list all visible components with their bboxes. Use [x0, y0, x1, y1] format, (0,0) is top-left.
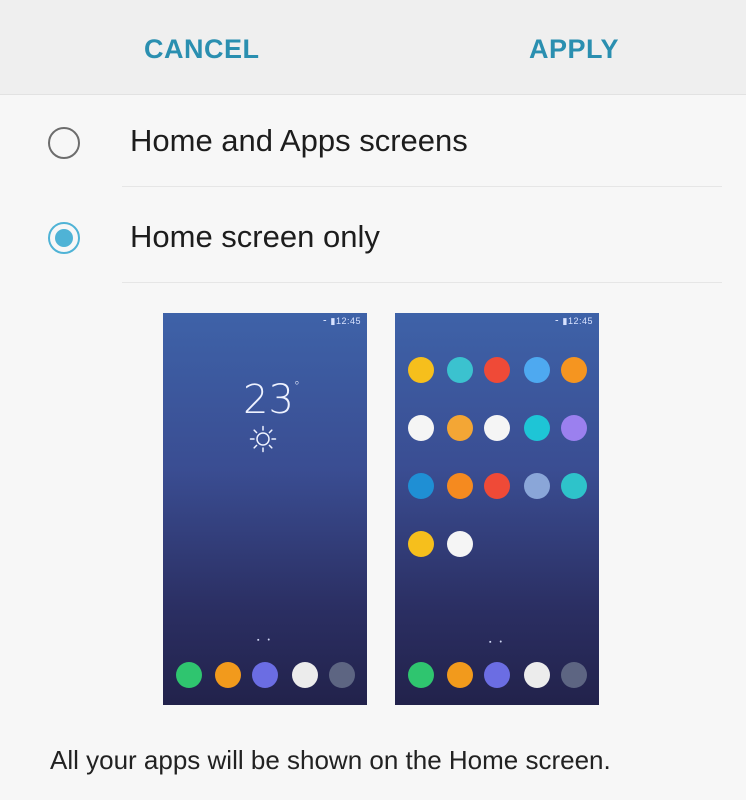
- app-icon: [524, 357, 550, 383]
- app-icon: [408, 473, 434, 499]
- app-icon: [329, 662, 355, 688]
- app-icon: [484, 473, 510, 499]
- app-icon: [484, 662, 510, 688]
- home-screen-preview: ⁃ ▮12:45 23° ▪ •: [163, 313, 367, 705]
- weather-temperature: 23°: [243, 377, 300, 423]
- app-icon: [447, 662, 473, 688]
- app-icon: [484, 415, 510, 441]
- apply-button[interactable]: APPLY: [529, 34, 619, 65]
- cancel-button[interactable]: CANCEL: [144, 34, 260, 65]
- radio-checked-icon[interactable]: [48, 222, 80, 254]
- option-label: Home and Apps screens: [130, 123, 468, 158]
- app-icon: [252, 662, 278, 688]
- app-icon: [524, 662, 550, 688]
- sun-icon: [249, 425, 277, 453]
- app-icon: [215, 662, 241, 688]
- divider: [122, 282, 722, 283]
- app-icon: [447, 473, 473, 499]
- app-icon: [524, 415, 550, 441]
- app-icon: [561, 662, 587, 688]
- page-indicator: ▪ •: [257, 637, 273, 644]
- app-icon: [408, 357, 434, 383]
- divider: [122, 186, 722, 187]
- app-icon: [408, 531, 434, 557]
- option-label: Home screen only: [130, 219, 380, 254]
- app-icon: [447, 415, 473, 441]
- app-icon: [408, 662, 434, 688]
- page-indicator: ▪ •: [489, 639, 505, 646]
- app-icon: [484, 357, 510, 383]
- radio-dot: [55, 229, 73, 247]
- app-icon: [561, 357, 587, 383]
- status-bar: ⁃ ▮12:45: [322, 316, 361, 326]
- app-icon: [524, 473, 550, 499]
- app-icon: [447, 357, 473, 383]
- app-icon: [408, 415, 434, 441]
- status-bar: ⁃ ▮12:45: [554, 316, 593, 326]
- option-home-and-apps[interactable]: Home and Apps screens: [0, 95, 746, 189]
- app-icon: [447, 531, 473, 557]
- apps-on-home-preview: ⁃ ▮12:45 ▪ •: [395, 313, 599, 705]
- action-bar: CANCEL APPLY: [0, 0, 746, 95]
- radio-unchecked-icon[interactable]: [48, 127, 80, 159]
- app-icon: [561, 473, 587, 499]
- option-home-only[interactable]: Home screen only: [0, 189, 746, 283]
- app-icon: [176, 662, 202, 688]
- description-text: All your apps will be shown on the Home …: [50, 745, 611, 775]
- app-icon: [292, 662, 318, 688]
- app-icon: [561, 415, 587, 441]
